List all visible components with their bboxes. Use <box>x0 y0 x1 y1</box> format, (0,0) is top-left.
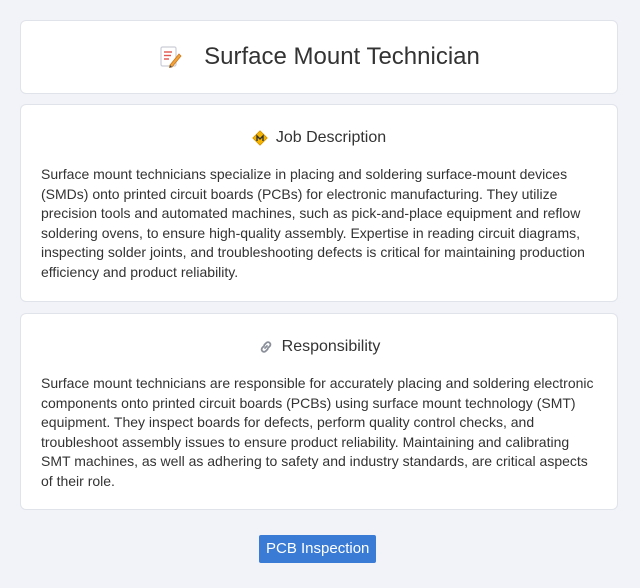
responsibility-title: Responsibility <box>281 338 381 355</box>
tag-pcb-inspection[interactable]: PCB Inspection <box>259 535 377 563</box>
job-description-card: Job Description Surface mount technician… <box>20 104 618 302</box>
job-description-title: Job Description <box>275 129 387 146</box>
page-title: Surface Mount Technician <box>204 43 480 70</box>
responsibility-header: Responsibility <box>21 336 617 358</box>
responsibility-card: Responsibility Surface mount technicians… <box>20 313 618 510</box>
link-icon <box>258 339 274 355</box>
responsibility-text: Surface mount technicians are responsibl… <box>41 375 594 489</box>
job-description-header: Job Description <box>21 127 617 149</box>
memo-icon <box>158 45 182 69</box>
title-card: Surface Mount Technician <box>20 20 618 94</box>
warning-diamond-icon <box>252 130 268 146</box>
job-description-text: Surface mount technicians specialize in … <box>41 166 585 280</box>
